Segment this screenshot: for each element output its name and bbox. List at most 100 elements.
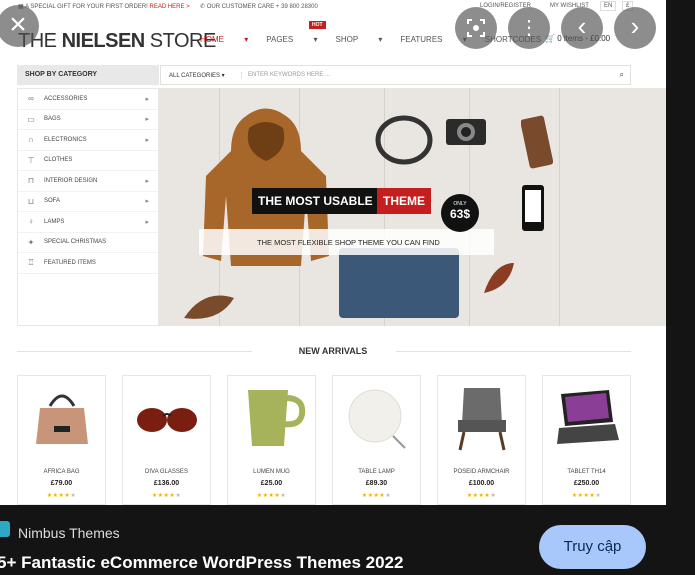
nav-shop-label: SHOP bbox=[335, 35, 359, 44]
nav-home: HOME ▾ bbox=[200, 35, 249, 44]
product-card: DIVA GLASSES £136.00 ★★★★★ bbox=[122, 375, 211, 505]
rating-stars: ★★★★★ bbox=[333, 492, 420, 499]
rating-empty: ★ bbox=[70, 493, 77, 499]
sidebar-item-interior-design: ⊓ INTERIOR DESIGN ▸ bbox=[18, 171, 158, 192]
shop-by-category: SHOP BY CATEGORY bbox=[17, 65, 159, 85]
category-select: ALL CATEGORIES ▾ bbox=[169, 73, 225, 79]
lens-icon bbox=[467, 19, 485, 37]
gift-link: READ HERE > bbox=[149, 4, 190, 10]
glasses-icon: ∞ bbox=[28, 94, 34, 104]
jeans-image bbox=[339, 248, 459, 318]
sidebar-item-label: INTERIOR DESIGN bbox=[44, 177, 98, 184]
sidebar-item-bags: ▭ BAGS ▸ bbox=[18, 110, 158, 130]
gift-icon: ✦ bbox=[27, 237, 35, 247]
product-card: TABLET TH14 £250.00 ★★★★★ bbox=[542, 375, 631, 505]
product-name: AFRICA BAG bbox=[43, 469, 80, 475]
leaf-image bbox=[184, 295, 234, 319]
source-name[interactable]: Nimbus Themes bbox=[18, 525, 120, 541]
hero-banner: THE MOST USABLE THEME THE MOST FLEXIBLE … bbox=[159, 88, 666, 326]
product-name: TABLE LAMP bbox=[358, 469, 395, 475]
rating-stars: ★★★★★ bbox=[18, 492, 105, 499]
nav-shop: SHOP ▾ bbox=[335, 35, 383, 44]
product-name: LUMEN MUG bbox=[253, 469, 290, 475]
rating-stars: ★★★★★ bbox=[438, 492, 525, 499]
new-arrivals-title: NEW ARRIVALS bbox=[298, 346, 368, 356]
product-price: £250.00 bbox=[573, 480, 600, 487]
sidebar-item-label: CLOTHES bbox=[44, 157, 73, 164]
chevron-right-icon: ▸ bbox=[145, 116, 149, 124]
chevron-left-icon[interactable]: ‹ bbox=[561, 7, 603, 49]
sidebar-item-clothes: ⊤ CLOTHES bbox=[18, 151, 158, 171]
preview-image[interactable]: ▦ A SPECIAL GIFT FOR YOUR FIRST ORDER! R… bbox=[0, 0, 666, 505]
product-price: £79.00 bbox=[50, 480, 73, 487]
product-name: POSEID ARMCHAIR bbox=[453, 469, 510, 475]
search-icon: ⌕ bbox=[619, 70, 624, 79]
tablet-image bbox=[557, 390, 619, 444]
category-sidebar: ∞ ACCESSORIES ▸ ▭ BAGS ▸ ∩ ELECTRONICS ▸ ⊤ CLOT… bbox=[17, 88, 159, 326]
chevron-right-icon: ▸ bbox=[145, 218, 149, 226]
more-options-icon[interactable]: ⋮ bbox=[508, 7, 550, 49]
armchair-image bbox=[458, 388, 506, 451]
rating-filled: ★★★★ bbox=[46, 493, 71, 499]
sidebar-item-electronics: ∩ ELECTRONICS ▸ bbox=[18, 130, 158, 151]
rating-empty: ★ bbox=[280, 493, 287, 499]
hero-title-accent: THEME bbox=[377, 188, 431, 214]
trophy-icon: ♖ bbox=[27, 258, 35, 268]
chevron-right-icon[interactable]: › bbox=[614, 7, 656, 49]
category-select-label: ALL CATEGORIES bbox=[169, 73, 221, 79]
sidebar-item-label: BAGS bbox=[44, 116, 61, 123]
sidebar-item-sofa: ⊔ SOFA ▸ bbox=[18, 192, 158, 212]
shirt-icon: ⊤ bbox=[27, 155, 35, 165]
glasses-image bbox=[137, 408, 197, 432]
nav-pages-label: PAGES bbox=[266, 35, 294, 44]
hero-subtitle: THE MOST FLEXIBLE SHOP THEME YOU CAN FIN… bbox=[199, 229, 494, 255]
product-card: TABLE LAMP £89.30 ★★★★★ bbox=[332, 375, 421, 505]
lens-search-button[interactable] bbox=[455, 7, 497, 49]
sidebar-item-label: SOFA bbox=[44, 198, 61, 205]
hot-badge: HOT bbox=[309, 21, 326, 29]
rating-filled: ★★★★ bbox=[151, 493, 176, 499]
price-badge: ONLY 63$ bbox=[441, 194, 479, 232]
logo-bold: NIELSEN bbox=[61, 30, 146, 52]
headphones-icon: ∩ bbox=[28, 135, 34, 145]
interior-icon: ⊓ bbox=[27, 176, 35, 186]
wood-plank bbox=[559, 88, 560, 326]
product-card: LUMEN MUG £25.00 ★★★★★ bbox=[227, 375, 316, 505]
caption-title[interactable]: 5+ Fantastic eCommerce WordPress Themes … bbox=[0, 553, 403, 573]
customer-care: ✆ OUR CUSTOMER CARE + 39 800 28300 bbox=[200, 3, 318, 10]
store-logo: THE NIELSEN STORE bbox=[18, 30, 216, 53]
bag-icon: ▭ bbox=[27, 114, 35, 124]
belt-image bbox=[375, 115, 433, 165]
visit-button[interactable]: Truy cập bbox=[539, 525, 646, 569]
product-name: TABLET TH14 bbox=[567, 469, 606, 475]
rating-empty: ★ bbox=[490, 493, 497, 499]
gift-text: A SPECIAL GIFT FOR YOUR FIRST ORDER! bbox=[25, 4, 148, 10]
rating-stars: ★★★★★ bbox=[543, 492, 630, 499]
sidebar-item-special-christmas: ✦ SPECIAL CHRISTMAS bbox=[18, 233, 158, 253]
sidebar-item-label: ACCESSORIES bbox=[44, 95, 88, 102]
sidebar-item-accessories: ∞ ACCESSORIES ▸ bbox=[18, 89, 158, 110]
chevron-right-icon: ▸ bbox=[145, 95, 149, 103]
price-value: 63$ bbox=[449, 207, 471, 221]
language-select: EN bbox=[600, 1, 617, 11]
sidebar-item-label: SPECIAL CHRISTMAS bbox=[44, 239, 107, 246]
rating-stars: ★★★★★ bbox=[228, 492, 315, 499]
rating-empty: ★ bbox=[175, 493, 182, 499]
nav-features-label: FEATURES bbox=[400, 35, 443, 44]
chevron-right-icon: ▸ bbox=[145, 198, 149, 206]
product-list: AFRICA BAG £79.00 ★★★★★ DIVA GLASSES £13… bbox=[17, 375, 631, 505]
leaf-image bbox=[484, 263, 514, 293]
search-bar: ALL CATEGORIES ▾ ENTER KEYWORDS HERE ...… bbox=[160, 65, 631, 85]
image-viewer: ▦ A SPECIAL GIFT FOR YOUR FIRST ORDER! R… bbox=[0, 0, 695, 575]
product-price: £89.30 bbox=[365, 480, 388, 487]
sidebar-item-lamps: ♀ LAMPS ▸ bbox=[18, 212, 158, 233]
mug-image bbox=[248, 390, 306, 446]
rating-filled: ★★★★ bbox=[571, 493, 596, 499]
nav-home-label: HOME bbox=[200, 35, 224, 44]
product-card: POSEID ARMCHAIR £100.00 ★★★★★ bbox=[437, 375, 526, 505]
chevron-right-icon: ▸ bbox=[145, 177, 149, 185]
hero-title: THE MOST USABLE bbox=[252, 188, 379, 214]
rating-empty: ★ bbox=[595, 493, 602, 499]
lamp-icon: ♀ bbox=[28, 217, 34, 227]
rating-filled: ★★★★ bbox=[361, 493, 386, 499]
